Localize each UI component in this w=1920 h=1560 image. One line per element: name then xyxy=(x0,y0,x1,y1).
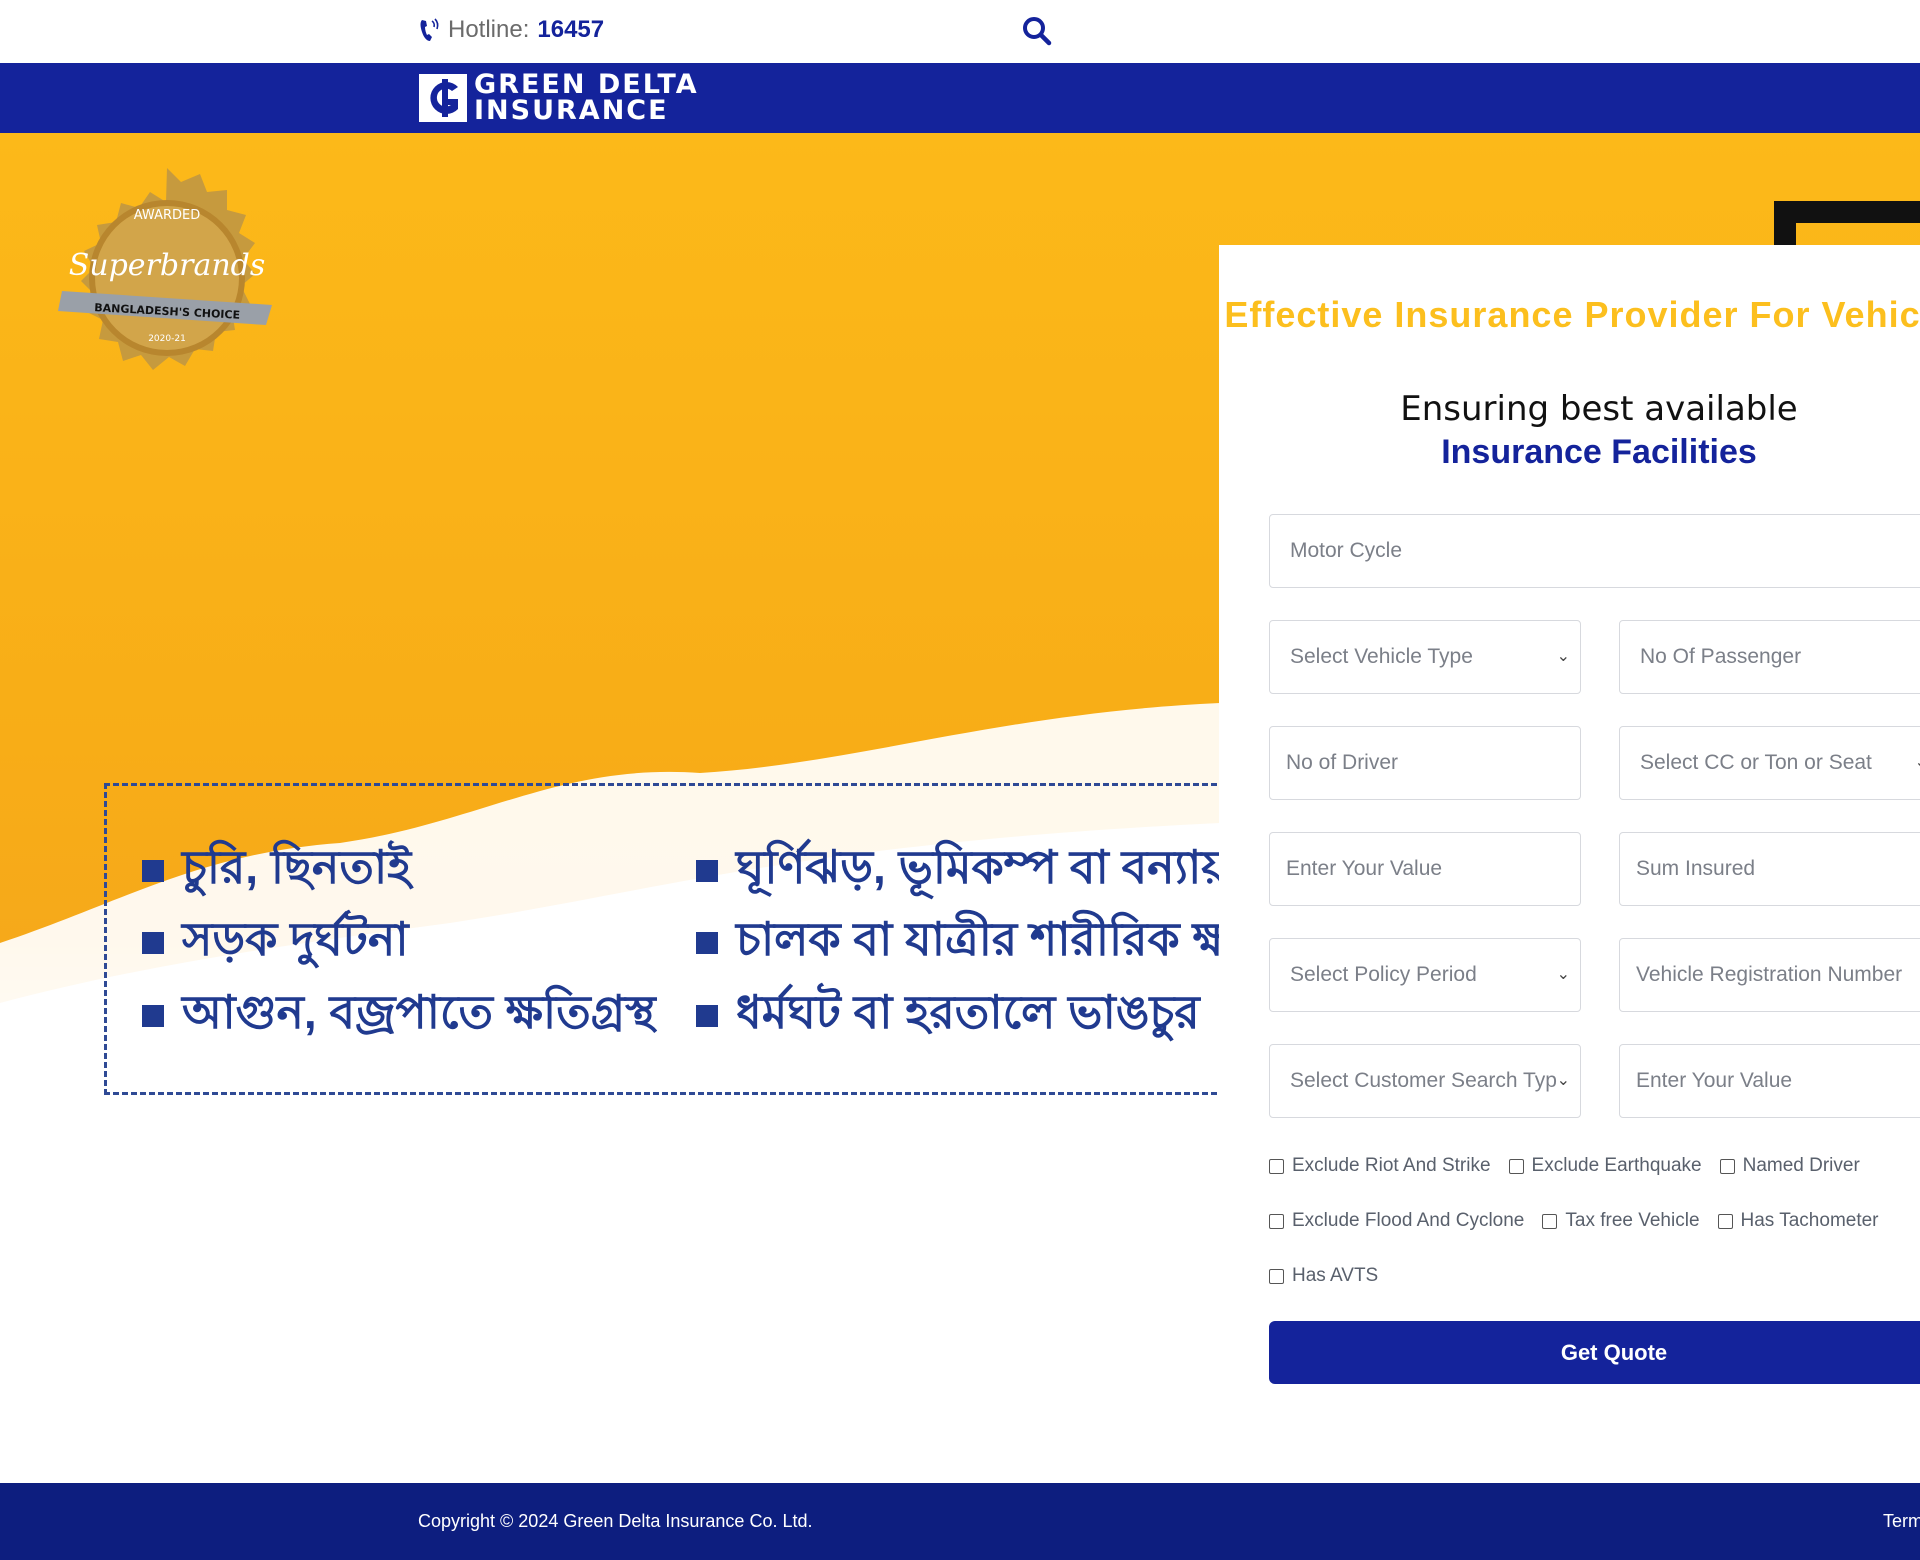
bullet-icon xyxy=(142,1005,164,1027)
value-input-1[interactable]: Enter Your Value xyxy=(1269,832,1581,906)
feature-item: চালক বা যাত্রীর শারীরিক ক্ষ xyxy=(696,905,1230,981)
form-subtitle-bold: Insurance Facilities xyxy=(1441,433,1757,471)
main-navbar: GREEN DELTA INSURANCE xyxy=(0,63,1920,133)
exclude-riot-checkbox[interactable]: Exclude Riot And Strike xyxy=(1269,1155,1491,1177)
bullet-icon xyxy=(142,932,164,954)
bullet-icon xyxy=(142,860,164,882)
footer: Copyright © 2024 Green Delta Insurance C… xyxy=(0,1483,1920,1560)
hotline-label: Hotline: xyxy=(448,16,530,43)
bullet-icon xyxy=(696,1005,718,1027)
exclude-flood-checkbox[interactable]: Exclude Flood And Cyclone xyxy=(1269,1210,1524,1232)
brand-logo[interactable]: GREEN DELTA INSURANCE xyxy=(418,71,699,125)
logo-line2: INSURANCE xyxy=(474,95,669,126)
search-icon[interactable] xyxy=(1020,14,1054,48)
registration-number-input[interactable]: Vehicle Registration Number xyxy=(1619,938,1920,1012)
badge-brand-text: Superbrands xyxy=(69,248,266,283)
tax-free-checkbox[interactable]: Tax free Vehicle xyxy=(1542,1210,1700,1232)
feature-item: আগুন, বজ্রপাতে ক্ষতিগ্রস্থ xyxy=(142,978,656,1054)
feature-item: ঘূর্ণিঝড়, ভূমিকম্প বা বন্যায় xyxy=(696,833,1228,909)
chevron-down-icon: ⌄ xyxy=(1915,727,1920,799)
has-avts-checkbox[interactable]: Has AVTS xyxy=(1269,1265,1378,1287)
feature-item: সড়ক দুর্ঘটনা xyxy=(142,905,409,981)
terms-link[interactable]: Term xyxy=(1883,1511,1920,1532)
vehicle-category-select[interactable]: Motor Cycle⌄ xyxy=(1269,514,1920,588)
vehicle-type-select[interactable]: Select Vehicle Type ⌄ xyxy=(1269,620,1581,694)
driver-count-input[interactable]: No of Driver xyxy=(1269,726,1581,800)
hotline[interactable]: Hotline: 16457 xyxy=(418,16,604,44)
sum-insured-input[interactable]: Sum Insured xyxy=(1619,832,1920,906)
cc-ton-seat-select[interactable]: Select CC or Ton or Seat⌄ xyxy=(1619,726,1920,800)
phone-icon xyxy=(420,18,439,41)
policy-period-select[interactable]: Select Policy Period ⌄ xyxy=(1269,938,1581,1012)
bullet-icon xyxy=(696,860,718,882)
exclude-earthquake-checkbox[interactable]: Exclude Earthquake xyxy=(1508,1155,1702,1177)
passenger-count-input[interactable]: No Of Passenger xyxy=(1619,620,1920,694)
copyright-text: Copyright © 2024 Green Delta Insurance C… xyxy=(418,1511,813,1531)
chevron-down-icon: ⌄ xyxy=(1556,648,1570,665)
badge-year-text: 2020-21 xyxy=(148,334,186,344)
feature-item: চুরি, ছিনতাই xyxy=(142,833,411,909)
form-title: Effective Insurance Provider For Vehicle… xyxy=(1224,294,1920,335)
logo-mark-icon xyxy=(419,74,467,122)
value-input-2[interactable]: Enter Your Value xyxy=(1619,1044,1920,1118)
hotline-number[interactable]: 16457 xyxy=(537,16,604,44)
superbrands-award-badge: AWARDED Superbrands BANGLADESH'S CHOICE … xyxy=(58,168,272,370)
chevron-down-icon: ⌄ xyxy=(1556,966,1570,983)
checkbox-row: Exclude Riot And Strike Exclude Earthqua… xyxy=(1269,1155,1860,1177)
customer-search-type-select[interactable]: Select Customer Search Typ ⌄ xyxy=(1269,1044,1581,1118)
has-tachometer-checkbox[interactable]: Has Tachometer xyxy=(1717,1210,1879,1232)
quote-form-card: Effective Insurance Provider For Vehicle… xyxy=(1219,245,1920,1485)
top-bar: Hotline: 16457 xyxy=(0,0,1920,63)
feature-item: ধর্মঘট বা হরতালে ভাঙচুর xyxy=(696,978,1200,1054)
get-quote-button[interactable]: Get Quote xyxy=(1269,1321,1920,1384)
form-subtitle: Ensuring best available xyxy=(1400,389,1798,429)
bullet-icon xyxy=(696,932,718,954)
checkbox-row: Exclude Flood And Cyclone Tax free Vehic… xyxy=(1269,1210,1879,1232)
badge-awarded-text: AWARDED xyxy=(134,208,201,223)
named-driver-checkbox[interactable]: Named Driver xyxy=(1719,1155,1860,1177)
chevron-down-icon: ⌄ xyxy=(1556,1072,1570,1089)
checkbox-row: Has AVTS xyxy=(1269,1265,1378,1287)
